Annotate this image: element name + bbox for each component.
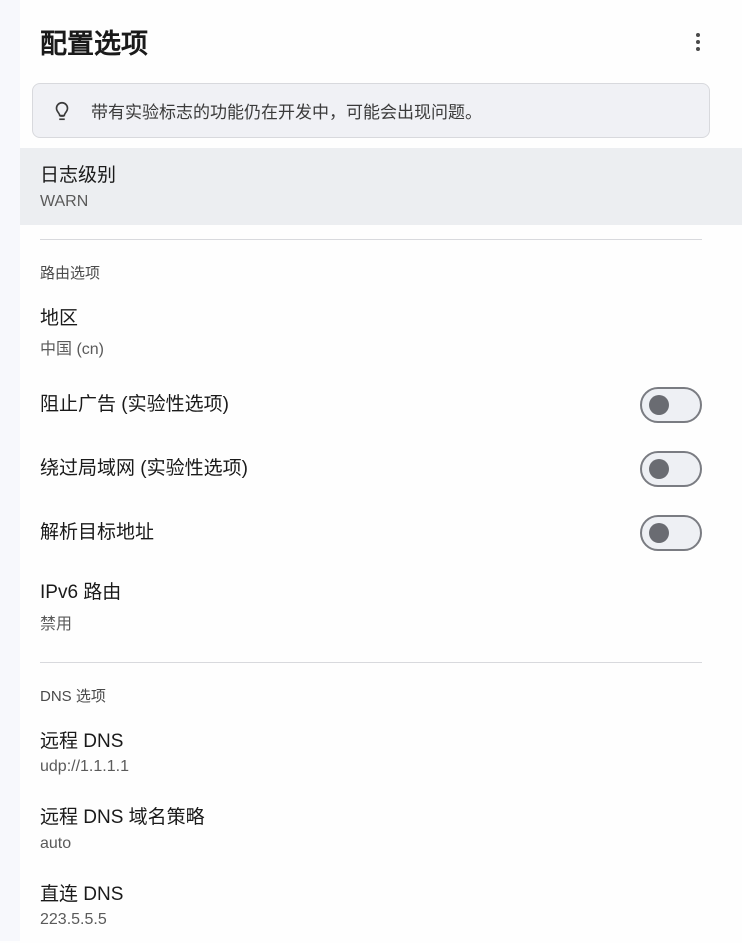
block-ads-item[interactable]: 阻止广告 (实验性选项) bbox=[0, 373, 742, 437]
direct-dns-item[interactable]: 直连 DNS 223.5.5.5 bbox=[0, 867, 742, 943]
remote-dns-item[interactable]: 远程 DNS udp://1.1.1.1 bbox=[0, 714, 742, 791]
block-ads-toggle[interactable] bbox=[640, 387, 702, 423]
page-header: 配置选项 bbox=[0, 0, 742, 83]
page-title: 配置选项 bbox=[40, 22, 148, 61]
remote-dns-title: 远程 DNS bbox=[40, 728, 702, 757]
log-level-item[interactable]: 日志级别 WARN bbox=[0, 148, 742, 225]
region-value: 中国 (cn) bbox=[40, 335, 702, 359]
lightbulb-icon bbox=[51, 100, 73, 122]
region-title: 地区 bbox=[40, 305, 702, 334]
routing-section-header: 路由选项 bbox=[0, 240, 742, 291]
log-level-title: 日志级别 bbox=[40, 162, 702, 191]
dns-section-header: DNS 选项 bbox=[0, 663, 742, 714]
bypass-lan-toggle[interactable] bbox=[640, 451, 702, 487]
bypass-lan-title: 绕过局域网 (实验性选项) bbox=[40, 455, 248, 484]
ipv6-item[interactable]: IPv6 路由 禁用 bbox=[0, 565, 742, 648]
log-level-value: WARN bbox=[40, 193, 702, 211]
resolve-target-item[interactable]: 解析目标地址 bbox=[0, 501, 742, 565]
more-options-icon[interactable] bbox=[686, 30, 710, 54]
info-banner: 带有实验标志的功能仍在开发中，可能会出现问题。 bbox=[32, 83, 710, 138]
direct-dns-title: 直连 DNS bbox=[40, 881, 702, 910]
region-item[interactable]: 地区 中国 (cn) bbox=[0, 291, 742, 374]
direct-dns-value: 223.5.5.5 bbox=[40, 911, 702, 929]
bypass-lan-item[interactable]: 绕过局域网 (实验性选项) bbox=[0, 437, 742, 501]
info-banner-text: 带有实验标志的功能仍在开发中，可能会出现问题。 bbox=[91, 98, 482, 123]
ipv6-title: IPv6 路由 bbox=[40, 579, 702, 608]
remote-dns-policy-value: auto bbox=[40, 835, 702, 853]
remote-dns-policy-item[interactable]: 远程 DNS 域名策略 auto bbox=[0, 790, 742, 867]
ipv6-value: 禁用 bbox=[40, 610, 702, 634]
block-ads-title: 阻止广告 (实验性选项) bbox=[40, 391, 229, 420]
resolve-target-toggle[interactable] bbox=[640, 515, 702, 551]
resolve-target-title: 解析目标地址 bbox=[40, 519, 154, 548]
remote-dns-value: udp://1.1.1.1 bbox=[40, 758, 702, 776]
remote-dns-policy-title: 远程 DNS 域名策略 bbox=[40, 804, 702, 833]
